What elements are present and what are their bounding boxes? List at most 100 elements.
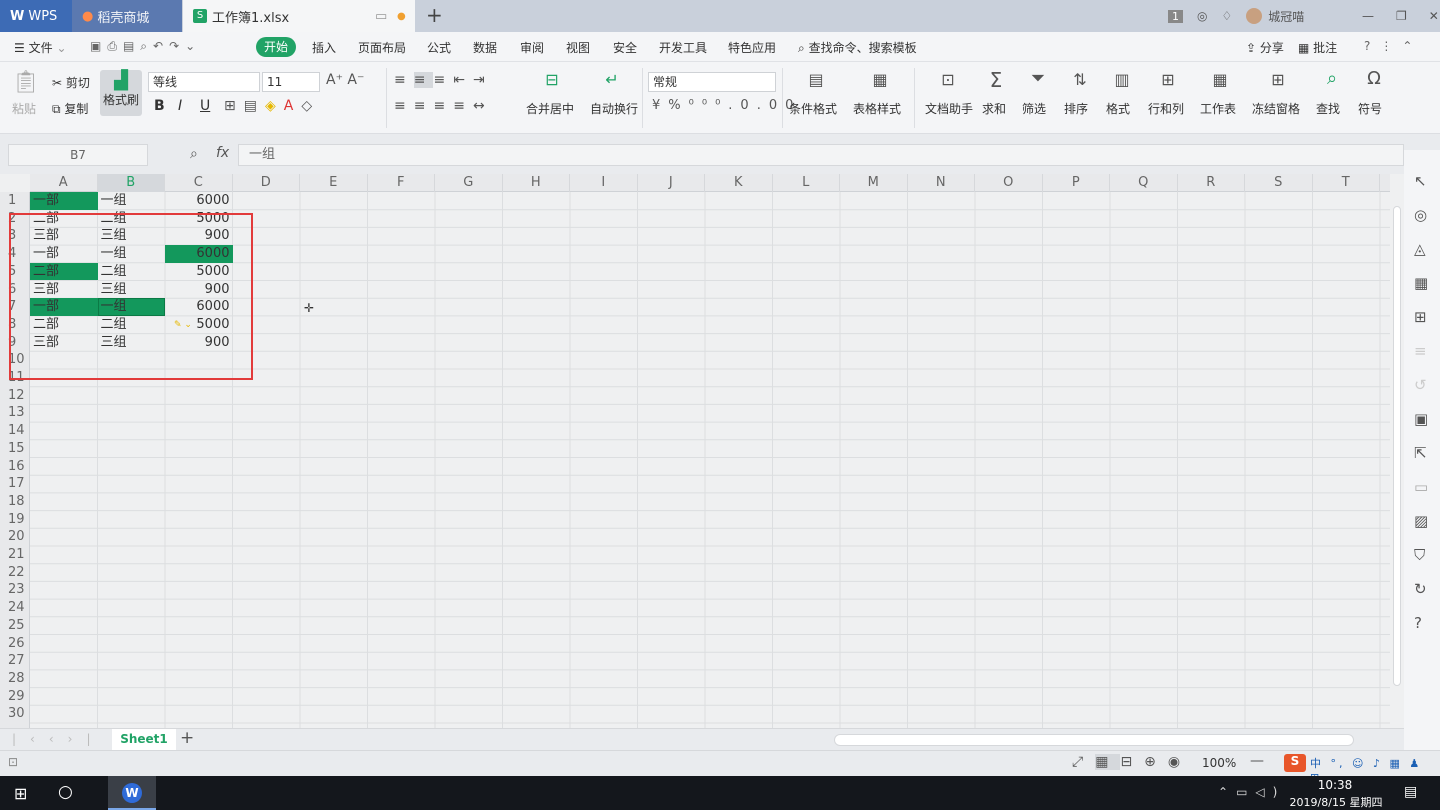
vertical-scrollbar[interactable] <box>1390 192 1404 728</box>
merge-center-button[interactable]: 合并居中 <box>526 100 574 117</box>
number-format-select[interactable]: 常规 <box>648 72 776 92</box>
share-button[interactable]: ⇪ 分享 <box>1246 39 1284 56</box>
column-header[interactable]: H <box>503 174 570 192</box>
column-header[interactable]: Q <box>1110 174 1178 192</box>
paste-options-icon[interactable]: ✎ ⌄ <box>174 320 192 330</box>
column-header[interactable]: K <box>705 174 773 192</box>
align-center-icon[interactable]: ≡ <box>414 98 434 114</box>
docer-shop-tab[interactable]: ● 稻壳商城 <box>72 0 182 32</box>
formula-input[interactable]: 一组 <box>238 144 1404 166</box>
row-header[interactable]: 21 <box>0 546 30 564</box>
align-left-icon[interactable]: ≡ <box>394 98 414 114</box>
zoom-level[interactable]: 100% <box>1202 756 1236 770</box>
minimize-icon[interactable]: — <box>1362 9 1374 23</box>
currency-icon[interactable]: ¥ <box>652 98 668 113</box>
distribute-icon[interactable]: ↔ <box>473 98 493 114</box>
avatar[interactable] <box>1246 8 1263 24</box>
fill-pattern-icon[interactable]: ▤ <box>244 98 265 114</box>
copy-button[interactable]: ⧉ 复制 <box>52 100 88 117</box>
zoom-formula-icon[interactable]: ⌕ <box>190 146 198 162</box>
history-icon[interactable]: ↻ <box>1414 572 1428 606</box>
column-header[interactable]: T <box>1313 174 1380 192</box>
clock-time[interactable]: 10:38 <box>1290 778 1380 792</box>
help-circle-icon[interactable]: ? <box>1414 606 1428 640</box>
notification-icon[interactable]: ▤ <box>1404 784 1417 800</box>
table-style-button[interactable]: 表格样式 <box>853 100 901 117</box>
doc-helper-button[interactable]: 文档助手 <box>925 100 973 117</box>
page-break-icon[interactable]: ⊟ <box>1120 754 1144 770</box>
sort-button[interactable]: 排序 <box>1064 100 1088 117</box>
volume-icon[interactable]: ◁) <box>1255 785 1285 799</box>
worksheet-button[interactable]: 工作表 <box>1200 100 1236 117</box>
row-header[interactable]: 18 <box>0 493 30 511</box>
row-header[interactable]: 27 <box>0 652 30 670</box>
row-header[interactable]: 20 <box>0 528 30 546</box>
align-top-icon[interactable]: ≡ <box>394 72 414 88</box>
row-header[interactable]: 12 <box>0 387 30 405</box>
tab-security[interactable]: 安全 <box>613 39 637 56</box>
conditional-format-button[interactable]: 条件格式 <box>789 100 837 117</box>
tab-formula[interactable]: 公式 <box>427 39 451 56</box>
bold-button[interactable]: B <box>154 98 165 114</box>
filter-button[interactable]: 筛选 <box>1022 100 1046 117</box>
paste-button[interactable]: 粘贴 <box>12 100 36 117</box>
thousands-icon[interactable]: ⁰⁰⁰ <box>689 98 729 113</box>
picture-icon[interactable]: ▨ <box>1414 504 1428 538</box>
column-header[interactable]: O <box>975 174 1043 192</box>
horizontal-scrollbar[interactable] <box>834 734 1354 746</box>
tab-view[interactable]: 视图 <box>566 39 590 56</box>
restore-icon[interactable]: ❐ <box>1396 9 1407 23</box>
apps-grid-icon[interactable]: ⊞ <box>1414 300 1428 334</box>
skin-icon[interactable]: ♢ <box>1221 9 1232 23</box>
tab-preview-icon[interactable]: ▭ <box>375 9 387 24</box>
column-header[interactable]: M <box>840 174 908 192</box>
row-header[interactable]: 28 <box>0 670 30 688</box>
cortana-icon[interactable]: ○ <box>58 782 73 802</box>
sheet-nav-arrows[interactable]: |‹‹›| <box>12 732 104 746</box>
tab-page-layout[interactable]: 页面布局 <box>358 39 406 56</box>
row-header[interactable]: 13 <box>0 404 30 422</box>
column-header[interactable]: B <box>97 174 165 192</box>
underline-button[interactable]: U <box>200 98 210 114</box>
fullscreen-icon[interactable]: ⤢ <box>1072 754 1095 770</box>
normal-view-icon[interactable]: ▦ <box>1095 754 1121 770</box>
row-header[interactable]: 26 <box>0 635 30 653</box>
symbol-button[interactable]: 符号 <box>1358 100 1382 117</box>
indent-increase-icon[interactable]: ⇥ <box>473 72 493 88</box>
save-icon[interactable]: ▣ <box>90 39 107 53</box>
clock-date[interactable]: 2019/8/15 星期四 <box>1286 794 1386 810</box>
customize-icon[interactable]: ⌄ <box>185 39 201 53</box>
ime-mode[interactable]: 中 <box>1310 757 1324 770</box>
cell-C1[interactable]: 6000 <box>165 192 233 210</box>
insert-function-button[interactable]: fx <box>216 145 229 161</box>
vertical-scroll-thumb[interactable] <box>1393 206 1401 686</box>
column-header[interactable]: A <box>30 174 98 192</box>
tab-features[interactable]: 特色应用 <box>728 39 776 56</box>
tab-data[interactable]: 数据 <box>473 39 497 56</box>
column-header[interactable]: P <box>1043 174 1110 192</box>
column-header[interactable]: F <box>368 174 435 192</box>
row-header[interactable]: 25 <box>0 617 30 635</box>
font-color-icon[interactable]: A <box>284 98 302 114</box>
column-header[interactable]: D <box>233 174 300 192</box>
font-size-select[interactable]: 11 <box>262 72 320 92</box>
clear-format-icon[interactable]: ◇ <box>301 98 320 114</box>
table-icon[interactable]: ▦ <box>1414 266 1428 300</box>
column-header[interactable]: S <box>1245 174 1313 192</box>
tray-expand-icon[interactable]: ⌃ <box>1218 785 1236 799</box>
comment-button[interactable]: ▦ 批注 <box>1298 39 1337 56</box>
column-header[interactable]: R <box>1178 174 1245 192</box>
find-button[interactable]: 查找 <box>1316 100 1340 117</box>
print-icon[interactable]: ▤ <box>123 39 140 53</box>
cell-B1[interactable]: 一组 <box>98 192 166 210</box>
workbook-tab[interactable]: S 工作簿1.xlsx ▭ ● <box>183 0 415 32</box>
indent-decrease-icon[interactable]: ⇤ <box>453 72 473 88</box>
column-header[interactable]: J <box>638 174 705 192</box>
align-right-icon[interactable]: ≡ <box>433 98 453 114</box>
font-name-select[interactable]: 等线 <box>148 72 260 92</box>
border-icon[interactable]: ⊞ <box>224 98 244 114</box>
rows-cols-button[interactable]: 行和列 <box>1148 100 1184 117</box>
fill-color-icon[interactable]: ◈ <box>265 98 284 114</box>
tab-start[interactable]: 开始 <box>256 37 296 57</box>
zoom-out-icon[interactable]: — <box>1250 753 1264 769</box>
